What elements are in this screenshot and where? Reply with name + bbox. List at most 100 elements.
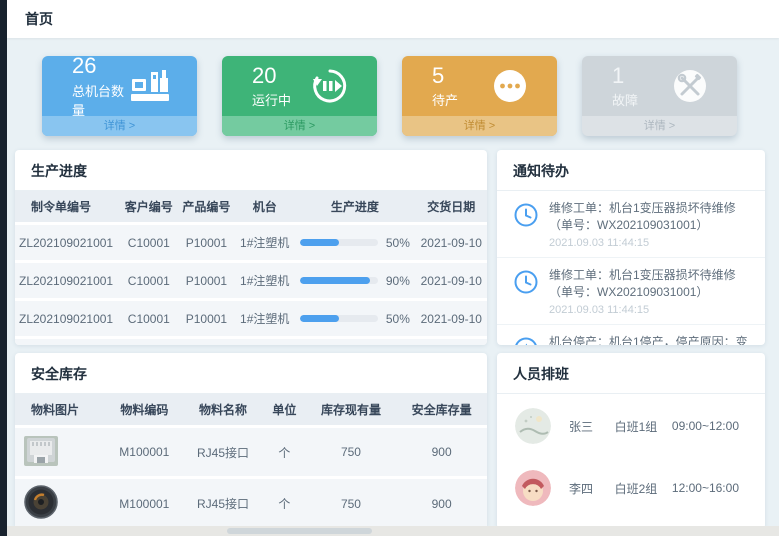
notification-body: 机台停产：机台1停产，停产原因：变压器损坏 2021.09.03 11:44:1… — [549, 334, 751, 345]
col-customer-no: 客户编号 — [120, 191, 178, 222]
current-stock: 750 — [306, 479, 397, 528]
machine: 1#注塑机 — [235, 263, 294, 298]
progress-label: 90% — [386, 274, 410, 288]
panels-grid: 生产进度 制令单编号 客户编号 产品编号 机台 生产进度 交货日期 ZL2021… — [15, 150, 765, 529]
stat-card-waiting[interactable]: 5 待产 详情 > — [402, 56, 557, 136]
clock-icon — [513, 267, 539, 316]
stat-card-running[interactable]: 20 运行中 详情 > — [222, 56, 377, 136]
material-image-cell — [15, 428, 106, 476]
col-unit: 单位 — [263, 394, 306, 425]
progress-bar — [300, 277, 378, 284]
card-text: 5 待产 — [432, 63, 458, 109]
waiting-detail-link[interactable]: 详情 > — [402, 116, 557, 136]
customer-no: C10001 — [120, 339, 178, 345]
safety-stock-panel-title: 安全库存 — [15, 353, 487, 394]
order-no: ZL202109021001 — [15, 339, 120, 345]
personnel-schedule-panel: 人员排班 张三 白班1组 09:00~12:00 李四 白班2组 12:00~1… — [497, 353, 765, 529]
worker-shift: 白班1组 — [615, 418, 672, 435]
production-row: ZL202109021001 C10001 P10001 1#注塑机 90% 2… — [15, 263, 487, 298]
notification-item[interactable]: 维修工单：机台1变压器损坏待维修（单号：WX202109031001） 2021… — [497, 258, 765, 325]
delivery-date: 2021-09-10 — [416, 339, 487, 345]
notification-time: 2021.09.03 11:44:15 — [549, 237, 751, 249]
col-progress: 生产进度 — [294, 191, 415, 222]
product-no: P10001 — [178, 301, 236, 336]
product-no: P10001 — [178, 263, 236, 298]
horizontal-scrollbar-thumb[interactable] — [227, 528, 372, 534]
card-text: 20 运行中 — [252, 63, 291, 109]
dashboard-content: 26 总机台数量 详情 > — [7, 38, 779, 526]
col-material-code: 物料编码 — [106, 394, 183, 425]
notifications-panel-title: 通知待办 — [497, 150, 765, 191]
machine: 1#注塑机 — [235, 339, 294, 345]
progress-cell: 50% — [294, 225, 415, 260]
delivery-date: 2021-09-10 — [416, 263, 487, 298]
page-title: 首页 — [25, 9, 53, 29]
col-material-image: 物料图片 — [15, 394, 106, 425]
safety-stock-table: 物料图片 物料编码 物料名称 单位 库存现有量 安全库存量 — [15, 391, 487, 529]
production-panel-title: 生产进度 — [15, 150, 487, 191]
progress-label: 50% — [386, 312, 410, 326]
stat-card-fault[interactable]: 1 故障 详情 > — [582, 56, 737, 136]
total-machines-detail-link[interactable]: 详情 > — [42, 116, 197, 136]
running-detail-link[interactable]: 详情 > — [222, 116, 377, 136]
progress-bar — [300, 239, 378, 246]
progress-cell: 50% — [294, 301, 415, 336]
col-current-stock: 库存现有量 — [306, 394, 397, 425]
notification-item[interactable]: 机台停产：机台1停产，停产原因：变压器损坏 2021.09.03 11:44:1… — [497, 325, 765, 345]
fault-detail-link[interactable]: 详情 > — [582, 116, 737, 136]
delivery-date: 2021-09-10 — [416, 225, 487, 260]
card-body: 26 总机台数量 — [42, 56, 197, 116]
clock-icon — [513, 200, 539, 249]
card-body: 5 待产 — [402, 56, 557, 116]
customer-no: C10001 — [120, 225, 178, 260]
safety-stock: 900 — [396, 479, 487, 528]
avatar — [515, 470, 551, 506]
worker-shift: 白班2组 — [615, 480, 672, 497]
round-speaker-image — [19, 483, 63, 521]
card-text: 1 故障 — [612, 63, 638, 109]
notification-text: 维修工单：机台1变压器损坏待维修（单号：WX202109031001） — [549, 267, 751, 302]
schedule-row: 李四 白班2组 12:00~16:00 — [497, 462, 765, 514]
waiting-icon — [489, 66, 531, 106]
col-delivery-date: 交货日期 — [416, 191, 487, 222]
avatar — [515, 408, 551, 444]
running-label: 运行中 — [252, 90, 291, 109]
safety-stock: 900 — [396, 428, 487, 476]
running-value: 20 — [252, 63, 291, 88]
card-text: 26 总机台数量 — [72, 56, 129, 119]
schedule-panel-title: 人员排班 — [497, 353, 765, 394]
left-edge-strip — [0, 0, 7, 536]
col-order-no: 制令单编号 — [15, 191, 120, 222]
material-name: RJ45接口 — [183, 428, 263, 476]
material-code: M100001 — [106, 479, 183, 528]
progress-bar — [300, 315, 378, 322]
production-table: 制令单编号 客户编号 产品编号 机台 生产进度 交货日期 ZL202109021… — [15, 188, 487, 345]
worker-time: 12:00~16:00 — [672, 481, 747, 495]
card-body: 1 故障 — [582, 56, 737, 116]
progress-cell: 90% — [294, 263, 415, 298]
notification-text: 维修工单：机台1变压器损坏待维修（单号：WX202109031001） — [549, 200, 751, 235]
rj45-connector-image — [19, 432, 63, 470]
notification-body: 维修工单：机台1变压器损坏待维修（单号：WX202109031001） 2021… — [549, 267, 751, 316]
stat-card-total-machines[interactable]: 26 总机台数量 详情 > — [42, 56, 197, 136]
waiting-label: 待产 — [432, 90, 458, 109]
progress-label: 50% — [386, 236, 410, 250]
unit: 个 — [263, 479, 306, 528]
material-name: RJ45接口 — [183, 479, 263, 528]
horizontal-scrollbar[interactable] — [7, 526, 779, 536]
unit: 个 — [263, 428, 306, 476]
speaker-icon — [513, 334, 539, 345]
total-machines-value: 26 — [72, 56, 129, 79]
col-material-name: 物料名称 — [183, 394, 263, 425]
production-row: ZL202109021001 C10001 P10001 1#注塑机 50% 2… — [15, 301, 487, 336]
machine-icon — [129, 66, 171, 106]
worker-name: 张三 — [569, 418, 615, 435]
col-product-no: 产品编号 — [178, 191, 236, 222]
machine: 1#注塑机 — [235, 301, 294, 336]
machine: 1#注塑机 — [235, 225, 294, 260]
notification-item[interactable]: 维修工单：机台1变压器损坏待维修（单号：WX202109031001） 2021… — [497, 191, 765, 258]
waiting-value: 5 — [432, 63, 458, 88]
card-body: 20 运行中 — [222, 56, 377, 116]
production-progress-panel: 生产进度 制令单编号 客户编号 产品编号 机台 生产进度 交货日期 ZL2021… — [15, 150, 487, 345]
production-header-row: 制令单编号 客户编号 产品编号 机台 生产进度 交货日期 — [15, 191, 487, 222]
